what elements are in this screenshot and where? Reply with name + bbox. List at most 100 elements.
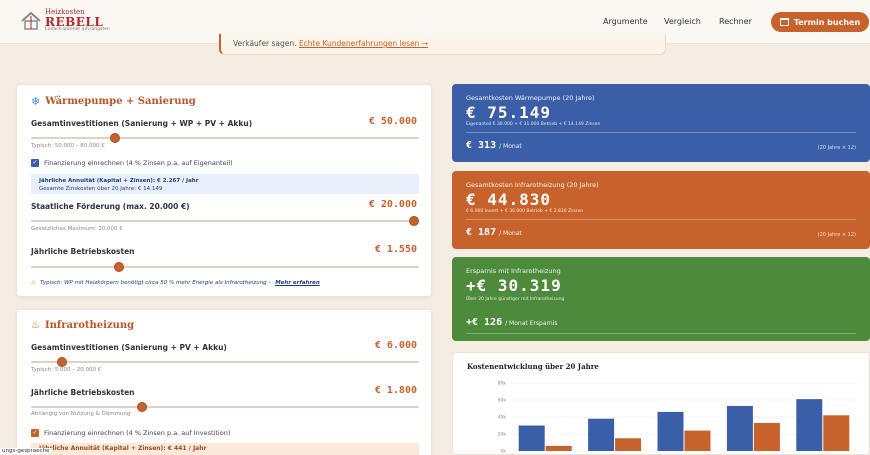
wp-total-value: € 75.149: [466, 103, 552, 122]
wp-running-slider-handle[interactable]: [114, 262, 125, 272]
warning-icon: ⚠: [31, 280, 36, 286]
logo[interactable]: Heizkosten REBELL Einfach wärmer am läng…: [20, 9, 110, 33]
ir-invest-slider-handle[interactable]: [57, 357, 68, 367]
savings-monthly: +€ 126/ Monat Ersparnis: [466, 317, 557, 328]
wp-total-breakdown: Eigenanteil € 30.000 + € 31.000 Betrieb …: [466, 122, 601, 127]
ir-monthly-value: € 187: [466, 227, 497, 238]
wp-invest-label: Gesamtinvestitionen (Sanierung + WP + PV…: [31, 119, 253, 128]
wp-monthly-value: € 313: [466, 140, 497, 151]
ir-running-slider-handle[interactable]: [136, 402, 147, 412]
y-tick-label: 60k: [498, 398, 507, 404]
wp-invest-slider-handle[interactable]: [110, 133, 121, 143]
house-icon: [20, 11, 42, 31]
wp-monthly: € 313/ Monat: [466, 140, 522, 151]
bar-jahr-15-series-1: [753, 422, 780, 451]
testimonial-note: Verkäufer sagen. Echte Kundenerfahrungen…: [219, 34, 666, 55]
overlay-label: ungs-gespraeche: [0, 448, 52, 454]
ir-running-slider[interactable]: [31, 402, 419, 412]
ir-running-value: € 1.800: [374, 385, 417, 396]
testimonials-link[interactable]: Echte Kundenerfahrungen lesen →: [299, 39, 428, 48]
bar-jahr-15-series-0: [726, 405, 753, 451]
savings-monthly-suffix: / Monat Ersparnis: [505, 320, 558, 327]
savings-subtitle: Über 20 Jahre günstiger mit Infrarotheiz…: [466, 297, 565, 302]
wp-running-slider[interactable]: [31, 262, 419, 272]
wp-subsidy-value: € 20.000: [368, 199, 417, 210]
heatpump-total-card: Gesamtkosten Wärmepumpe (20 Jahre) € 75.…: [452, 84, 870, 162]
ir-invest-hint: Typisch: 5.000 – 20.000 €: [31, 367, 102, 373]
wp-monthly-suffix: / Monat: [499, 143, 522, 150]
ir-total-value: € 44.830: [466, 190, 552, 209]
infrared-card-title: ♨ Infrarotheizung: [31, 320, 134, 331]
wp-subsidy-label: Staatliche Förderung (max. 20.000 €): [31, 202, 190, 211]
divider: [466, 219, 856, 220]
ir-financing-checkbox[interactable]: ✓ Finanzierung einrechnen (4 % Zinsen p.…: [31, 429, 230, 437]
wp-subsidy-hint: Gesetzliches Maximum: 20.000 €: [31, 226, 123, 232]
divider: [466, 333, 856, 334]
calendar-icon: [779, 18, 789, 26]
book-appointment-button[interactable]: Termin buchen: [771, 12, 869, 32]
bar-jahr-10-series-0: [657, 411, 684, 451]
nav-link-vergleich[interactable]: Vergleich: [664, 17, 701, 26]
cost-chart-card: Kostenentwicklung über 20 Jahre 0k 20k 40k…: [452, 352, 870, 455]
bar-jahr-20-series-0: [796, 399, 823, 451]
checkmark-icon: ✓: [31, 159, 39, 167]
wp-invest-value: € 50.000: [368, 116, 417, 127]
wp-interest-line: Gesamte Zinskosten über 20 Jahre: € 14.1…: [39, 185, 163, 192]
bar-jahr-20-series-1: [823, 415, 850, 451]
snowflake-icon: ❄: [31, 95, 41, 108]
ir-monthly: € 187/ Monat: [466, 227, 522, 238]
savings-monthly-value: +€ 126: [466, 317, 503, 328]
wp-invest-hint: Typisch: 50.000 – 80.000 €: [31, 143, 105, 149]
checkmark-icon: ✓: [31, 429, 39, 437]
learn-more-link[interactable]: Mehr erfahren: [275, 280, 320, 286]
bar-jahr-0-series-1: [545, 445, 572, 451]
ir-total-title: Gesamtkosten Infrarotheizung (20 Jahre): [466, 181, 599, 189]
heatpump-card: ❄ Wärmepumpe + Sanierung Gesamtinvestiti…: [16, 84, 432, 297]
cost-chart: 0k 20k 40k 60k 80k: [498, 381, 858, 455]
y-tick-label: 0k: [501, 449, 507, 455]
wp-total-title: Gesamtkosten Wärmepumpe (20 Jahre): [466, 94, 595, 102]
ir-annuity-info: Jährliche Annuität (Kapital + Zinsen): €…: [31, 443, 419, 455]
savings-title: Ersparnis mit Infrarotheizung: [466, 267, 561, 275]
bar-jahr-5-series-0: [588, 418, 615, 451]
ir-total-breakdown: € 6.000 Invest + € 36.000 Betrieb + € 2.…: [466, 209, 584, 214]
wp-annuity-info: Jährliche Annuität (Kapital + Zinsen): €…: [31, 174, 419, 194]
y-tick-label: 20k: [498, 432, 507, 438]
book-appointment-label: Termin buchen: [793, 17, 861, 27]
ir-invest-value: € 6.000: [374, 340, 417, 351]
heatpump-title-text: Wärmepumpe + Sanierung: [45, 96, 196, 107]
nav-link-argumente[interactable]: Argumente: [603, 17, 648, 26]
wp-financing-checkbox[interactable]: ✓ Finanzierung einrechnen (4 % Zinsen p.…: [31, 159, 233, 167]
wp-invest-slider[interactable]: [31, 133, 419, 143]
bar-jahr-0-series-0: [518, 425, 545, 451]
wp-running-value: € 1.550: [374, 244, 417, 255]
bar-jahr-10-series-1: [684, 430, 711, 451]
savings-total-value: +€ 30.319: [466, 276, 562, 295]
wp-period-note: (20 Jahre × 12): [817, 145, 856, 151]
infrared-card: ♨ Infrarotheizung Gesamtinvestitionen (S…: [16, 309, 432, 455]
infrared-total-card: Gesamtkosten Infrarotheizung (20 Jahre) …: [452, 171, 870, 249]
divider: [466, 132, 856, 133]
heatpump-card-title: ❄ Wärmepumpe + Sanierung: [31, 95, 196, 108]
ir-financing-label: Finanzierung einrechnen (4 % Zinsen p.a.…: [44, 429, 231, 437]
flame-icon: ♨: [31, 320, 40, 331]
wp-subsidy-slider-handle[interactable]: [409, 216, 419, 226]
wp-warning-text: Typisch: WP mit Heizkörpern benötigt cir…: [39, 280, 272, 286]
wp-warning: ⚠ Typisch: WP mit Heizkörpern benötigt c…: [31, 280, 320, 286]
ir-running-label: Jährliche Betriebskosten: [31, 388, 135, 397]
ir-invest-slider[interactable]: [31, 357, 419, 367]
ir-period-note: (20 Jahre × 12): [817, 232, 856, 238]
wp-annuity-line: Jährliche Annuität (Kapital + Zinsen): €…: [39, 178, 199, 184]
wp-running-label: Jährliche Betriebskosten: [31, 247, 135, 256]
savings-card: Ersparnis mit Infrarotheizung +€ 30.319 …: [452, 257, 870, 341]
wp-subsidy-slider[interactable]: [31, 216, 419, 226]
wp-financing-label: Finanzierung einrechnen (4 % Zinsen p.a.…: [44, 159, 233, 167]
y-tick-label: 40k: [498, 415, 507, 421]
ir-monthly-suffix: / Monat: [499, 230, 522, 237]
infrared-title-text: Infrarotheizung: [44, 320, 135, 331]
nav-link-rechner[interactable]: Rechner: [719, 17, 752, 26]
note-text: Verkäufer sagen.: [233, 39, 297, 48]
bar-jahr-5-series-1: [615, 438, 642, 451]
logo-tagline: Einfach wärmer am längsten: [45, 27, 110, 32]
ir-annuity-line: Jährliche Annuität (Kapital + Zinsen): €…: [39, 445, 207, 452]
